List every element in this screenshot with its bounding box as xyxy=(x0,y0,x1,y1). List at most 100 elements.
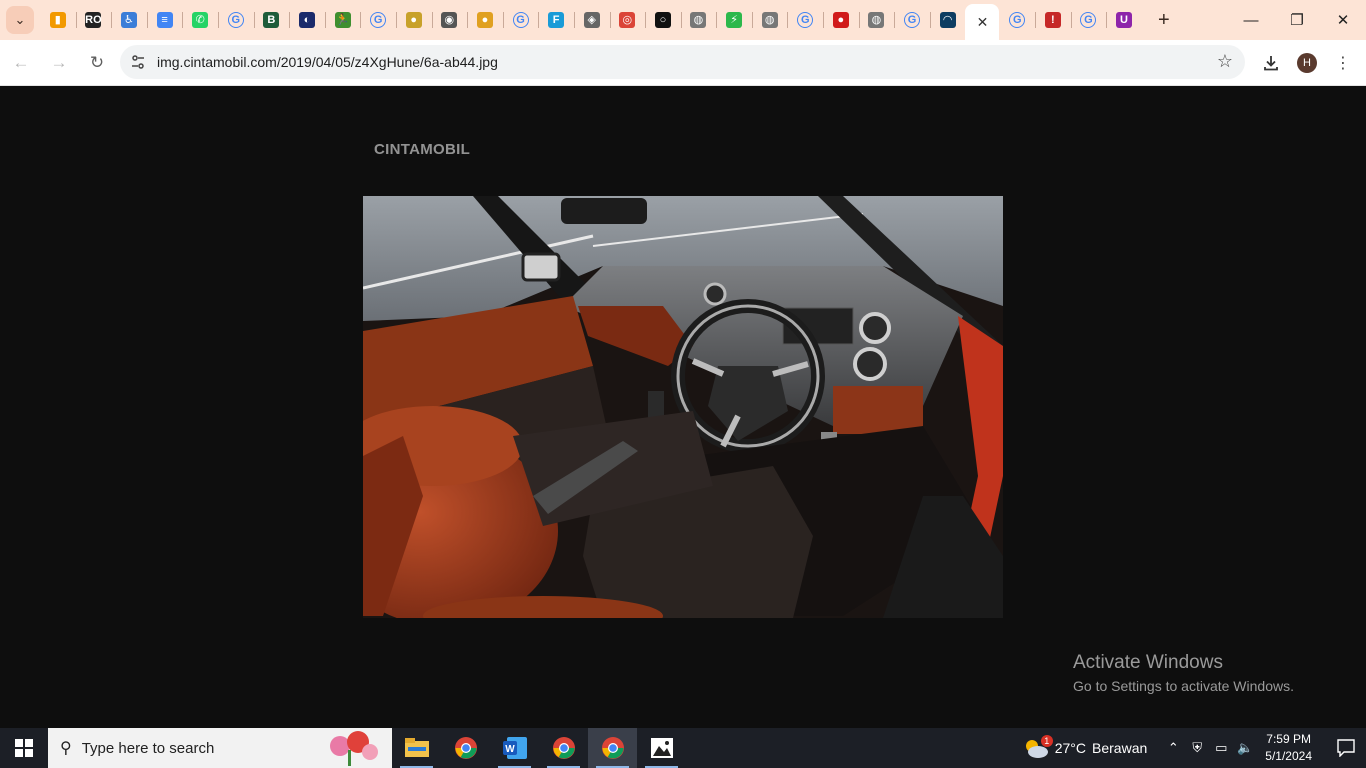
restore-button[interactable]: ❐ xyxy=(1274,0,1320,40)
minimize-button[interactable]: — xyxy=(1228,0,1274,40)
weather-temperature: 27°C xyxy=(1054,740,1087,756)
bookmark-star-icon[interactable]: ☆ xyxy=(1217,51,1233,72)
start-button[interactable] xyxy=(0,728,48,768)
f-icon: F xyxy=(548,12,565,28)
chrome-profile-taskbar-app[interactable] xyxy=(539,728,588,768)
download-icon xyxy=(1264,56,1278,71)
svg-text:W: W xyxy=(505,744,515,755)
tab-accessibility[interactable]: ♿ xyxy=(111,0,147,40)
tab-wolf[interactable]: ◉ xyxy=(431,0,468,40)
google-icon: G xyxy=(797,12,814,28)
site-info-button[interactable] xyxy=(124,48,152,76)
pin-icon: ! xyxy=(1044,12,1061,28)
tab-google[interactable]: G xyxy=(787,0,823,40)
clock[interactable]: 7:59 PM 5/1/2024 xyxy=(1265,731,1312,765)
tab-google[interactable]: G xyxy=(999,0,1035,40)
tab-runner[interactable]: 🏃 xyxy=(324,0,361,40)
chrome-active-taskbar-app[interactable] xyxy=(588,728,637,768)
accessibility-icon: ♿ xyxy=(120,12,137,28)
weather-widget[interactable]: 1 27°C Berawan xyxy=(1023,735,1148,759)
close-window-button[interactable]: ✕ xyxy=(1320,0,1366,40)
chrome-icon xyxy=(552,737,575,759)
network-icon[interactable]: ▭ xyxy=(1209,740,1233,756)
watermark-text: CINTAMOBIL xyxy=(374,141,471,158)
profile-button[interactable]: H xyxy=(1294,46,1320,80)
tab-circle[interactable]: ○ xyxy=(645,0,681,40)
tab-google[interactable]: G xyxy=(894,0,930,40)
tab-b[interactable]: B xyxy=(253,0,290,40)
avatar: H xyxy=(1297,53,1317,73)
folder-icon xyxy=(404,738,429,757)
system-tray: 1 27°C Berawan ⌃ ⛨ ▭ 🔈 7:59 PM 5/1/2024 xyxy=(1023,728,1366,768)
tab-medal[interactable]: ● xyxy=(395,0,432,40)
tab-list: ▮ RO ♿ ≡ ✆ G B ◐ 🏃 G ● ◉ ● G F ◈ ◎ ○ ◍ ⚡ ◍ G ● ◍ G ◠ ✕ G! G U xyxy=(40,0,1142,40)
reload-icon: ↻ xyxy=(89,52,105,72)
docs-icon: ≡ xyxy=(156,12,173,28)
url-text[interactable]: img.cintamobil.com/2019/04/05/z4XgHune/6… xyxy=(157,54,498,70)
tab-bolt[interactable]: ⚡ xyxy=(716,0,752,40)
tab-f[interactable]: F xyxy=(538,0,574,40)
tab-google[interactable]: G xyxy=(502,0,539,40)
address-bar[interactable]: img.cintamobil.com/2019/04/05/z4XgHune/6… xyxy=(120,45,1245,79)
reload-button[interactable]: ↻ xyxy=(80,46,114,80)
chrome-icon xyxy=(601,737,624,759)
photos-taskbar-app[interactable] xyxy=(637,728,686,768)
tab-google[interactable]: G xyxy=(217,0,254,40)
tab-whatsapp[interactable]: ✆ xyxy=(182,0,218,40)
activate-title: Activate Windows xyxy=(1073,652,1223,673)
wave-icon: ◠ xyxy=(939,12,956,28)
tab-analytics[interactable]: ▮ xyxy=(40,0,76,40)
plus-icon: + xyxy=(1157,8,1170,31)
weather-description: Berawan xyxy=(1092,740,1148,756)
word-taskbar-app[interactable]: W xyxy=(490,728,539,768)
red-dot-icon: ● xyxy=(832,12,849,28)
tab-active[interactable]: ✕ xyxy=(965,4,1000,40)
tab-google[interactable]: G xyxy=(1070,0,1107,40)
tab-red-dot[interactable]: ● xyxy=(823,0,859,40)
chevron-up-icon[interactable]: ⌃ xyxy=(1161,740,1185,756)
security-icon[interactable]: ⛨ xyxy=(1185,740,1209,756)
tab-search-button[interactable]: ⌄ xyxy=(6,6,34,34)
tab-globe[interactable]: ◍ xyxy=(751,0,788,40)
tab-wave[interactable]: ◠ xyxy=(929,0,966,40)
new-tab-button[interactable]: + xyxy=(1150,6,1178,34)
taskbar-search[interactable]: ⚲ Type here to search xyxy=(48,728,392,768)
chrome-taskbar-app[interactable] xyxy=(441,728,490,768)
file-explorer-taskbar-app[interactable] xyxy=(392,728,441,768)
tab-magnet[interactable]: U xyxy=(1106,0,1142,40)
tab-pin[interactable]: ! xyxy=(1035,0,1071,40)
medal-icon: ● xyxy=(405,12,422,28)
notification-icon xyxy=(1337,739,1355,757)
google-icon: G xyxy=(1009,12,1026,28)
menu-button[interactable]: ⋮ xyxy=(1330,46,1356,80)
tab-chrome[interactable]: ◎ xyxy=(609,0,646,40)
tab-ro[interactable]: RO xyxy=(75,0,112,40)
tab-globe[interactable]: ◍ xyxy=(680,0,717,40)
google-icon: G xyxy=(227,12,244,28)
tab-shield[interactable]: ◈ xyxy=(573,0,610,40)
tab-close-icon[interactable]: ✕ xyxy=(977,14,989,31)
forward-button[interactable]: → xyxy=(42,46,76,80)
back-button[interactable]: ← xyxy=(4,46,38,80)
restore-icon: ❐ xyxy=(1290,12,1304,29)
tune-icon xyxy=(132,55,144,69)
tab-globe[interactable]: ◍ xyxy=(858,0,895,40)
google-icon: G xyxy=(904,12,921,28)
clock-time: 7:59 PM xyxy=(1266,732,1311,746)
tab-docs[interactable]: ≡ xyxy=(146,0,183,40)
tab-google[interactable]: G xyxy=(360,0,396,40)
notification-center-button[interactable] xyxy=(1326,739,1366,757)
toolbar-actions: H ⋮ xyxy=(1258,46,1356,80)
car-interior-photo[interactable] xyxy=(363,196,1003,618)
wolf-icon: ◉ xyxy=(441,12,458,28)
tab-moon[interactable]: ◐ xyxy=(289,0,325,40)
bear-icon: ● xyxy=(476,12,493,28)
google-icon: G xyxy=(1080,12,1097,28)
tab-bear[interactable]: ● xyxy=(467,0,503,40)
tab-strip: ⌄ ▮ RO ♿ ≡ ✆ G B ◐ 🏃 G ● ◉ ● G F ◈ ◎ ○ ◍ ⚡ ◍ G ● ◍ G ◠ ✕ G! G U + — ❐… xyxy=(0,0,1366,40)
shield-icon: ◈ xyxy=(583,12,600,28)
browser-toolbar: ← → ↻ img.cintamobil.com/2019/04/05/z4Xg… xyxy=(0,40,1366,86)
download-button[interactable] xyxy=(1258,46,1284,80)
volume-icon[interactable]: 🔈 xyxy=(1233,740,1257,756)
bolt-icon: ⚡ xyxy=(726,12,743,28)
